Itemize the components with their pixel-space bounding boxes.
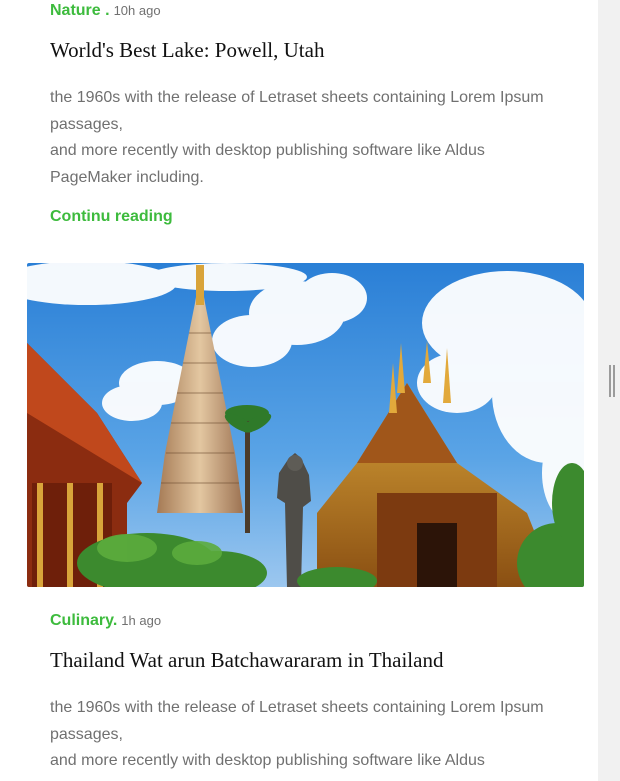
blog-feed: Nature . 10h ago World's Best Lake: Powel… xyxy=(0,0,598,781)
continue-reading-link[interactable]: Continu reading xyxy=(50,208,173,226)
post-card-culinary: Culinary. 1h ago Thailand Wat arun Batcha… xyxy=(27,263,584,781)
post-time: 10h ago xyxy=(113,3,161,18)
scrollbar-grip-icon[interactable] xyxy=(609,365,615,397)
category-link[interactable]: Nature . xyxy=(50,2,110,19)
post-meta: Nature . 10h ago xyxy=(50,2,161,20)
excerpt-line: and more recently with desktop publishin… xyxy=(50,142,485,186)
temple-photo[interactable] xyxy=(27,263,584,587)
excerpt-line: and more recently with desktop publishin… xyxy=(50,752,485,769)
post-time: 1h ago xyxy=(121,613,162,628)
post-excerpt: the 1960s with the release of Letraset s… xyxy=(50,695,550,775)
post-title[interactable]: Thailand Wat arun Batchawararam in Thail… xyxy=(50,648,443,673)
post-meta: Culinary. 1h ago xyxy=(50,612,161,630)
excerpt-line: the 1960s with the release of Letraset s… xyxy=(50,89,544,133)
post-excerpt: the 1960s with the release of Letraset s… xyxy=(50,85,550,191)
category-link[interactable]: Culinary. xyxy=(50,612,117,629)
post-title[interactable]: World's Best Lake: Powell, Utah xyxy=(50,38,324,63)
excerpt-line: the 1960s with the release of Letraset s… xyxy=(50,699,544,743)
